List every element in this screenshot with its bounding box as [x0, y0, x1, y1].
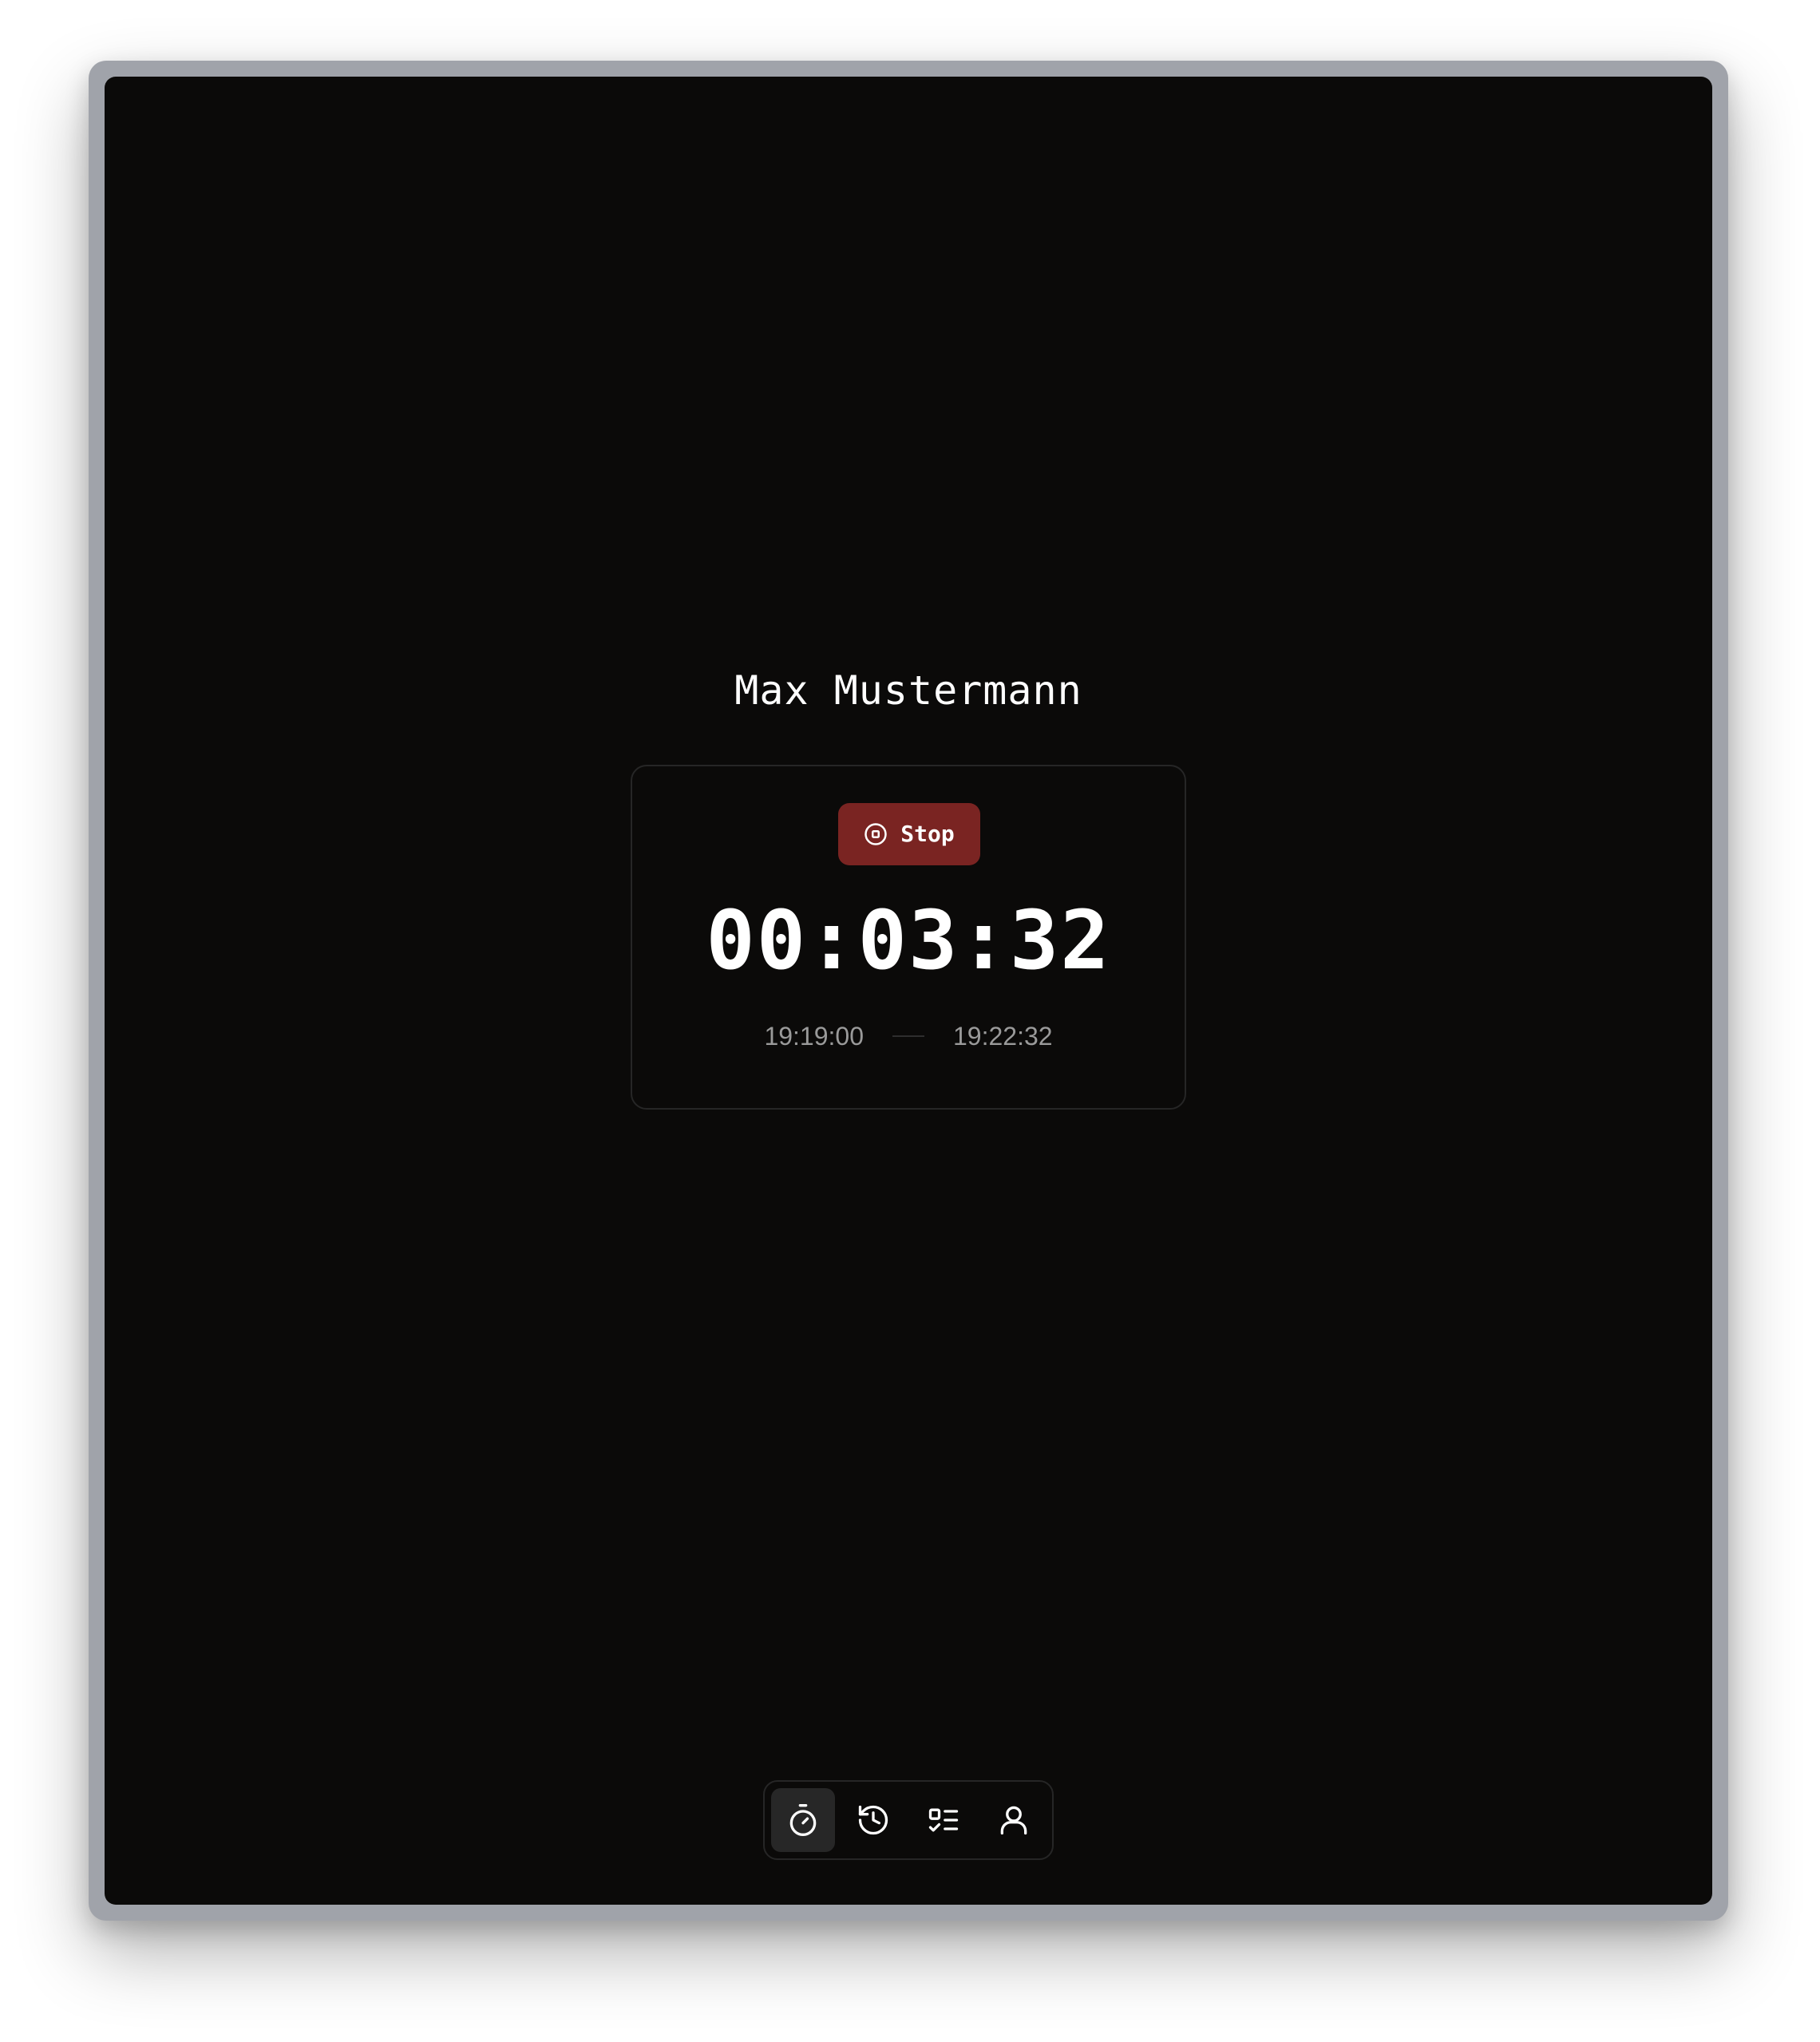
app-screen: Max Mustermann Stop 00:03:32 19:19:00 19… [105, 77, 1712, 1905]
stop-button-label: Stop [900, 821, 955, 847]
stop-circle-icon [864, 822, 888, 846]
nav-item-timer[interactable] [771, 1788, 835, 1852]
timer-card: Stop 00:03:32 19:19:00 19:22:32 [631, 765, 1186, 1110]
stopwatch-icon [789, 1804, 817, 1836]
nav-item-history[interactable] [841, 1788, 905, 1852]
time-range-divider [892, 1035, 924, 1037]
checklist-icon [928, 1808, 959, 1832]
stop-button[interactable]: Stop [838, 803, 980, 865]
time-range: 19:19:00 19:22:32 [632, 1023, 1185, 1049]
elapsed-time: 00:03:32 [706, 893, 1111, 988]
end-time: 19:22:32 [953, 1022, 1053, 1051]
user-name: Max Mustermann [734, 667, 1082, 714]
device-frame: Max Mustermann Stop 00:03:32 19:19:00 19… [89, 61, 1728, 1921]
start-time: 19:19:00 [764, 1022, 864, 1051]
history-icon [858, 1805, 888, 1835]
bottom-nav [763, 1780, 1054, 1860]
nav-item-tasks[interactable] [912, 1788, 975, 1852]
user-icon [1000, 1806, 1027, 1835]
nav-item-profile[interactable] [982, 1788, 1046, 1852]
